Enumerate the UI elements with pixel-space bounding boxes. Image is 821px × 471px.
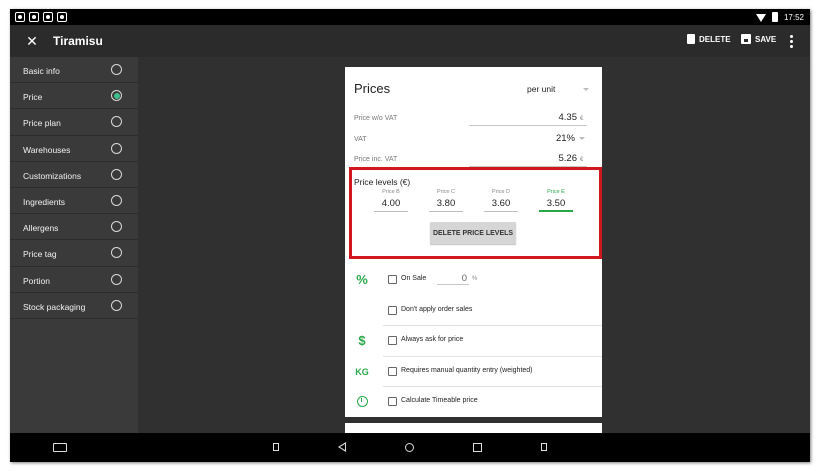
manual-qty-checkbox[interactable]	[388, 366, 397, 376]
chevron-down-icon[interactable]	[583, 88, 589, 91]
sidebar-item-price-tag[interactable]: Price tag	[10, 240, 138, 267]
dont-apply-row: Don't apply order sales	[345, 296, 602, 326]
volume-down-icon[interactable]	[268, 440, 284, 454]
app-notification-icon-2	[57, 12, 67, 22]
delete-label: DELETE	[699, 34, 731, 44]
sidebar-item-allergens[interactable]: Allergens	[10, 214, 138, 241]
always-ask-checkbox[interactable]	[388, 336, 397, 345]
timeable-checkbox[interactable]	[388, 397, 397, 406]
navigation-bar	[10, 433, 810, 462]
radio-icon[interactable]	[111, 221, 122, 233]
percent-icon: %	[356, 272, 368, 287]
sidebar: Basic info Price Price plan Warehouses C…	[10, 57, 138, 433]
radio-icon[interactable]	[111, 142, 122, 154]
radio-icon[interactable]	[111, 64, 122, 75]
save-button[interactable]: SAVE	[741, 34, 776, 44]
radio-icon[interactable]	[111, 194, 122, 206]
status-time: 17:52	[783, 12, 804, 22]
radio-icon[interactable]	[111, 116, 122, 128]
vat-label: VAT	[354, 136, 367, 143]
sidebar-item-basic-info[interactable]: Basic info	[10, 57, 138, 84]
sidebar-item-warehouses[interactable]: Warehouses	[10, 136, 138, 162]
home-icon[interactable]	[401, 440, 417, 454]
sidebar-item-customizations[interactable]: Customizations	[10, 162, 138, 188]
sidebar-item-label: Allergens	[23, 223, 59, 234]
app-bar: ✕ Tiramisu DELETE SAVE	[10, 25, 810, 57]
sidebar-item-label: Price plan	[23, 118, 61, 129]
recent-apps-icon[interactable]	[469, 440, 485, 454]
save-icon	[741, 34, 751, 44]
kg-icon: KG	[355, 366, 369, 377]
radio-icon[interactable]	[111, 299, 122, 311]
radio-icon[interactable]	[111, 273, 122, 285]
price-wo-vat-field[interactable]: 4.35	[535, 112, 578, 123]
sidebar-item-price-plan[interactable]: Price plan	[10, 109, 138, 136]
page-title: Tiramisu	[53, 34, 103, 48]
sidebar-item-portion[interactable]: Portion	[10, 267, 138, 293]
radio-icon[interactable]	[111, 168, 122, 180]
radio-icon[interactable]	[111, 247, 122, 259]
sidebar-item-label: Stock packaging	[23, 301, 86, 312]
radio-selected-icon[interactable]	[111, 90, 122, 102]
save-label: SAVE	[755, 34, 777, 44]
manual-qty-label: Requires manual quantity entry (weighted…	[401, 366, 533, 374]
input-underline	[469, 125, 587, 126]
image-notification-icon	[43, 12, 53, 22]
close-icon[interactable]: ✕	[24, 33, 40, 49]
clock-icon	[354, 394, 370, 410]
volume-up-icon[interactable]	[536, 440, 552, 454]
on-sale-label: On Sale	[401, 275, 427, 282]
sidebar-item-label: Basic info	[23, 66, 60, 76]
screenshot-icon[interactable]	[52, 440, 68, 454]
percent-unit: %	[472, 276, 478, 282]
dont-apply-label: Don't apply order sales	[401, 305, 473, 313]
prices-title: Prices	[354, 81, 391, 96]
trash-icon	[687, 34, 695, 44]
next-card	[345, 423, 602, 433]
dollar-icon: $	[358, 333, 366, 348]
sidebar-item-label: Price	[23, 92, 43, 103]
vat-select[interactable]: 21%	[535, 133, 575, 144]
price-levels-highlight-box	[349, 167, 602, 259]
sidebar-item-price[interactable]: Price	[10, 83, 138, 110]
timeable-label: Calculate Timeable price	[401, 397, 478, 404]
app-notification-icon	[29, 12, 39, 22]
currency-symbol: €	[580, 116, 584, 122]
visibility-icon	[15, 12, 25, 22]
delete-button[interactable]: DELETE	[687, 34, 731, 44]
sidebar-item-label: Ingredients	[23, 196, 66, 207]
back-icon[interactable]	[334, 440, 350, 454]
chevron-down-icon[interactable]	[579, 137, 585, 140]
price-inc-vat-field[interactable]: 5.26	[535, 153, 578, 164]
price-wo-vat-label: Price w/o VAT	[354, 115, 398, 122]
sidebar-item-label: Warehouses	[23, 144, 71, 155]
always-ask-label: Always ask for price	[401, 336, 464, 343]
sidebar-item-label: Price tag	[23, 249, 57, 260]
more-options-icon[interactable]	[790, 35, 794, 48]
wifi-icon	[755, 13, 766, 22]
dont-apply-checkbox[interactable]	[388, 305, 397, 315]
manual-qty-row: KG Requires manual quantity entry (weigh…	[345, 357, 602, 387]
on-sale-percent-input[interactable]: 0	[437, 271, 469, 285]
price-inc-vat-label: Price inc. VAT	[354, 156, 398, 163]
sidebar-item-label: Portion	[23, 275, 50, 286]
on-sale-row: % On Sale 0 %	[345, 265, 602, 296]
battery-icon	[771, 12, 778, 22]
status-bar: 17:52	[10, 9, 810, 25]
on-sale-checkbox[interactable]	[388, 275, 397, 284]
timeable-row: Calculate Timeable price	[345, 387, 602, 418]
sidebar-item-label: Customizations	[23, 170, 82, 181]
currency-symbol: €	[580, 157, 584, 163]
sidebar-item-ingredients[interactable]: Ingredients	[10, 188, 138, 215]
always-ask-row: $ Always ask for price	[345, 326, 602, 357]
unit-select[interactable]: per unit	[527, 84, 555, 94]
sidebar-item-stock-packaging[interactable]: Stock packaging	[10, 293, 138, 319]
